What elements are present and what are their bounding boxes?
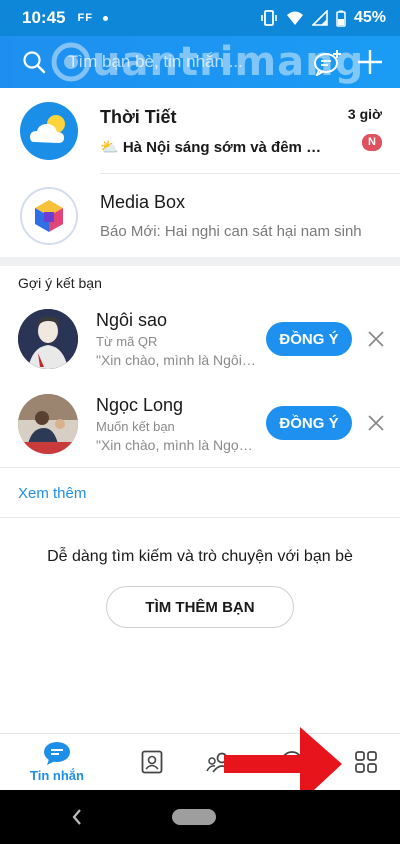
battery-percent: 45% [353,9,386,26]
divider [0,517,400,518]
media-box-logo-icon [35,200,63,232]
avatar [18,394,78,454]
divider [0,467,400,468]
chat-add-icon [314,50,341,76]
search-button[interactable] [18,46,50,78]
avatar-illustration-icon [18,309,78,369]
conversation-body: Media Box Báo Mới: Hai nghi can sát hại … [100,192,400,240]
status-time: 10:45 [22,8,66,27]
notification-dot-icon [102,15,108,21]
app-header [0,36,400,88]
chat-bubble-icon [44,742,70,765]
grid-icon [355,751,377,773]
friend-suggestion-item[interactable]: Ngôi sao Từ mã QR "Xin chào, mình là Ngô… [0,296,400,382]
avatar [18,309,78,369]
vibrate-icon [261,10,277,26]
conversation-preview: Báo Mới: Hai nghi can sát hại nam sinh [100,223,362,240]
friend-name: Ngôi sao [96,310,168,330]
dismiss-suggestion-button[interactable] [366,413,386,433]
accept-friend-button[interactable]: ĐỒNG Ý [266,406,352,440]
search-icon [23,51,46,74]
weather-cloud-sun-icon [30,115,65,143]
home-pill[interactable] [172,809,216,825]
friend-body: Ngôi sao Từ mã QR "Xin chào, mình là Ngô… [96,310,256,368]
contacts-icon [141,750,163,774]
conversation-meta: 3 giờ N [348,106,382,151]
friend-message: "Xin chào, mình là Ngọc Long" [96,437,256,453]
status-bar: 10:45 FF 45% [0,0,400,36]
friend-source: Từ mã QR [96,334,158,349]
friend-source: Muốn kết bạn [96,419,175,434]
plus-icon [358,50,382,74]
status-right: 45% [260,9,386,27]
conversation-item-media-box[interactable]: Media Box Báo Mới: Hai nghi can sát hại … [0,173,400,259]
friend-body: Ngọc Long Muốn kết bạn "Xin chào, mình l… [96,395,256,453]
create-group-chat-button[interactable] [312,46,344,78]
see-more-link[interactable]: Xem thêm [18,485,86,502]
signal-icon [311,10,328,26]
close-icon [368,331,384,347]
suggestions-title: Gợi ý kết bạn [18,275,102,291]
discover-text: Dễ dàng tìm kiếm và trò chuyện với bạn b… [47,548,353,565]
status-app-indicator: FF [77,12,93,24]
section-gap [0,257,400,266]
conversation-title: Media Box [100,192,186,212]
close-icon [368,415,384,431]
friend-name: Ngọc Long [96,395,184,415]
tab-more[interactable] [344,734,388,790]
avatar-photo-icon [18,394,78,454]
new-badge: N [362,134,382,151]
wifi-icon [286,11,303,25]
friend-suggestion-item[interactable]: Ngọc Long Muốn kết bạn "Xin chào, mình l… [0,381,400,467]
chevron-left-icon [72,809,81,825]
friend-message: "Xin chào, mình là Ngôi sao" [96,352,256,368]
back-button[interactable] [70,806,84,833]
battery-icon [336,10,346,27]
find-more-friends-button[interactable]: TÌM THÊM BẠN [106,586,294,628]
tab-contacts[interactable] [130,734,174,790]
accept-friend-button[interactable]: ĐỒNG Ý [266,322,352,356]
android-nav-bar [0,790,400,844]
conversation-preview: ⛅ Hà Nội sáng sớm và đêm dịu mát [100,138,330,156]
conversation-item-weather[interactable]: Thời Tiết ⛅ Hà Nội sáng sớm và đêm dịu m… [0,88,400,174]
conversation-time: 3 giờ [347,106,382,122]
add-button[interactable] [354,46,386,78]
tab-messages[interactable]: Tin nhắn [22,734,92,790]
tab-messages-label: Tin nhắn [30,768,84,783]
media-box-avatar [20,187,78,245]
dismiss-suggestion-button[interactable] [366,329,386,349]
search-input[interactable] [50,42,312,82]
weather-avatar [20,102,78,160]
